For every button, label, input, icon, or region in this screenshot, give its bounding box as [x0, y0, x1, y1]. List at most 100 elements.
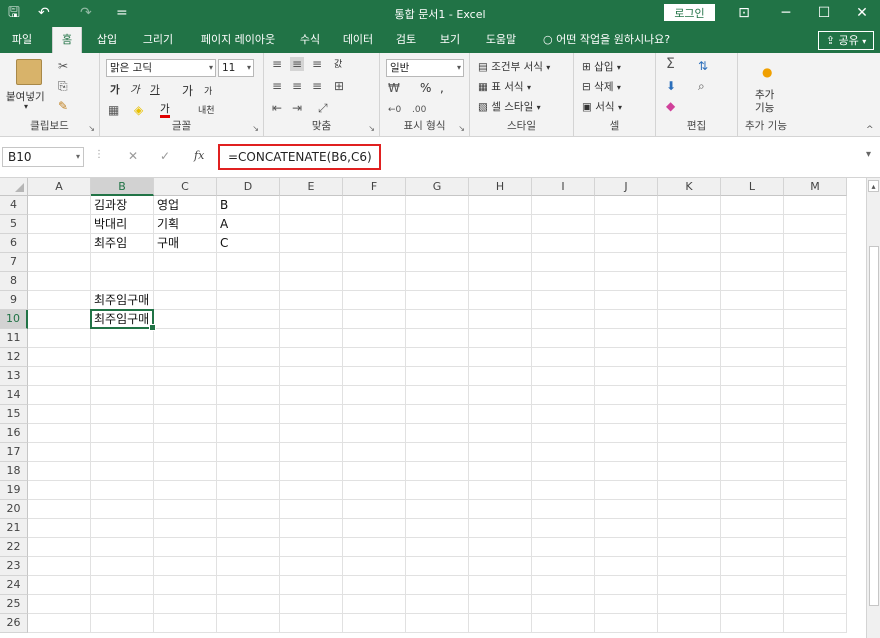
cell-e4[interactable] — [280, 196, 343, 215]
cell-l13[interactable] — [721, 367, 784, 386]
cell-j16[interactable] — [595, 424, 658, 443]
cell-k24[interactable] — [658, 576, 721, 595]
cell-l22[interactable] — [721, 538, 784, 557]
cell-g7[interactable] — [406, 253, 469, 272]
cell-d24[interactable] — [217, 576, 280, 595]
cell-j22[interactable] — [595, 538, 658, 557]
expand-formula-bar-icon[interactable]: ▾ — [866, 149, 871, 160]
cell-b24[interactable] — [91, 576, 154, 595]
cell-b26[interactable] — [91, 614, 154, 633]
cell-i5[interactable] — [532, 215, 595, 234]
tab-draw[interactable]: 그리기 — [136, 27, 180, 53]
fill-icon[interactable]: ⬇ — [666, 79, 676, 93]
format-cells-button[interactable]: ▣ 서식 ▾ — [582, 99, 622, 114]
cell-d23[interactable] — [217, 557, 280, 576]
cell-i18[interactable] — [532, 462, 595, 481]
cell-e6[interactable] — [280, 234, 343, 253]
cell-l7[interactable] — [721, 253, 784, 272]
row-header-20[interactable]: 20 — [0, 500, 28, 519]
cell-c8[interactable] — [154, 272, 217, 291]
format-as-table-button[interactable]: ▦ 표 서식 ▾ — [478, 79, 531, 94]
cell-m8[interactable] — [784, 272, 847, 291]
cell-g9[interactable] — [406, 291, 469, 310]
close-button[interactable]: ✕ — [844, 0, 880, 27]
cell-b4[interactable]: 김과장 — [91, 196, 154, 215]
cell-j20[interactable] — [595, 500, 658, 519]
align-bottom-icon[interactable]: ≡ — [312, 57, 322, 71]
worksheet-grid[interactable]: A B C D E F G H I J K L M 4 김과장 영업 B 5 박대리 기획 A 6 최주임 구매 C 7 8 9 최주임… — [0, 178, 880, 638]
login-button[interactable]: 로그인 — [664, 4, 715, 21]
cell-b6[interactable]: 최주임 — [91, 234, 154, 253]
cell-m15[interactable] — [784, 405, 847, 424]
row-header-19[interactable]: 19 — [0, 481, 28, 500]
cell-g17[interactable] — [406, 443, 469, 462]
percent-style-button[interactable]: % — [420, 81, 431, 95]
cell-k25[interactable] — [658, 595, 721, 614]
cell-g4[interactable] — [406, 196, 469, 215]
cell-c26[interactable] — [154, 614, 217, 633]
cell-k12[interactable] — [658, 348, 721, 367]
cell-a5[interactable] — [28, 215, 91, 234]
cell-e10[interactable] — [280, 310, 343, 329]
cell-k20[interactable] — [658, 500, 721, 519]
cell-a26[interactable] — [28, 614, 91, 633]
wrap-text-button[interactable]: 갌 — [334, 57, 342, 70]
cell-g25[interactable] — [406, 595, 469, 614]
cell-k6[interactable] — [658, 234, 721, 253]
cell-d4[interactable]: B — [217, 196, 280, 215]
cell-m16[interactable] — [784, 424, 847, 443]
cell-l20[interactable] — [721, 500, 784, 519]
italic-button[interactable]: 가 — [130, 82, 140, 97]
cell-a21[interactable] — [28, 519, 91, 538]
cell-h22[interactable] — [469, 538, 532, 557]
cell-c23[interactable] — [154, 557, 217, 576]
cell-a7[interactable] — [28, 253, 91, 272]
cell-b9[interactable]: 최주임구매 — [91, 291, 154, 310]
cell-c9[interactable] — [154, 291, 217, 310]
cell-k5[interactable] — [658, 215, 721, 234]
cell-a13[interactable] — [28, 367, 91, 386]
cell-a19[interactable] — [28, 481, 91, 500]
cell-e15[interactable] — [280, 405, 343, 424]
row-header-12[interactable]: 12 — [0, 348, 28, 367]
column-header-c[interactable]: C — [154, 178, 217, 196]
column-header-h[interactable]: H — [469, 178, 532, 196]
cell-i13[interactable] — [532, 367, 595, 386]
cell-h25[interactable] — [469, 595, 532, 614]
cell-a14[interactable] — [28, 386, 91, 405]
number-format-select[interactable]: 일반 ▾ — [386, 59, 464, 77]
cell-b10[interactable]: 최주임구매 — [91, 310, 154, 329]
cell-f21[interactable] — [343, 519, 406, 538]
row-header-8[interactable]: 8 — [0, 272, 28, 291]
column-header-d[interactable]: D — [217, 178, 280, 196]
cell-b19[interactable] — [91, 481, 154, 500]
cell-m19[interactable] — [784, 481, 847, 500]
cell-g6[interactable] — [406, 234, 469, 253]
row-header-18[interactable]: 18 — [0, 462, 28, 481]
cell-j14[interactable] — [595, 386, 658, 405]
cell-c25[interactable] — [154, 595, 217, 614]
cell-k15[interactable] — [658, 405, 721, 424]
grow-font-button[interactable]: 가 — [182, 82, 193, 99]
name-box[interactable]: B10 ▾ — [2, 147, 84, 167]
cell-j13[interactable] — [595, 367, 658, 386]
cell-e8[interactable] — [280, 272, 343, 291]
orientation-icon[interactable]: ⤢ — [318, 101, 328, 115]
cell-m21[interactable] — [784, 519, 847, 538]
cancel-icon[interactable]: ✕ — [128, 149, 138, 163]
sort-filter-icon[interactable]: ⇅ — [698, 59, 708, 73]
cell-j6[interactable] — [595, 234, 658, 253]
cut-icon[interactable]: ✂ — [58, 59, 68, 73]
cell-f7[interactable] — [343, 253, 406, 272]
dialog-launcher-icon[interactable]: ↘ — [252, 124, 259, 133]
cell-f26[interactable] — [343, 614, 406, 633]
cell-l24[interactable] — [721, 576, 784, 595]
cell-i4[interactable] — [532, 196, 595, 215]
row-header-10[interactable]: 10 — [0, 310, 28, 329]
cell-e5[interactable] — [280, 215, 343, 234]
autosum-icon[interactable]: Σ — [666, 57, 675, 71]
cell-k17[interactable] — [658, 443, 721, 462]
row-header-9[interactable]: 9 — [0, 291, 28, 310]
cell-a6[interactable] — [28, 234, 91, 253]
cell-c20[interactable] — [154, 500, 217, 519]
